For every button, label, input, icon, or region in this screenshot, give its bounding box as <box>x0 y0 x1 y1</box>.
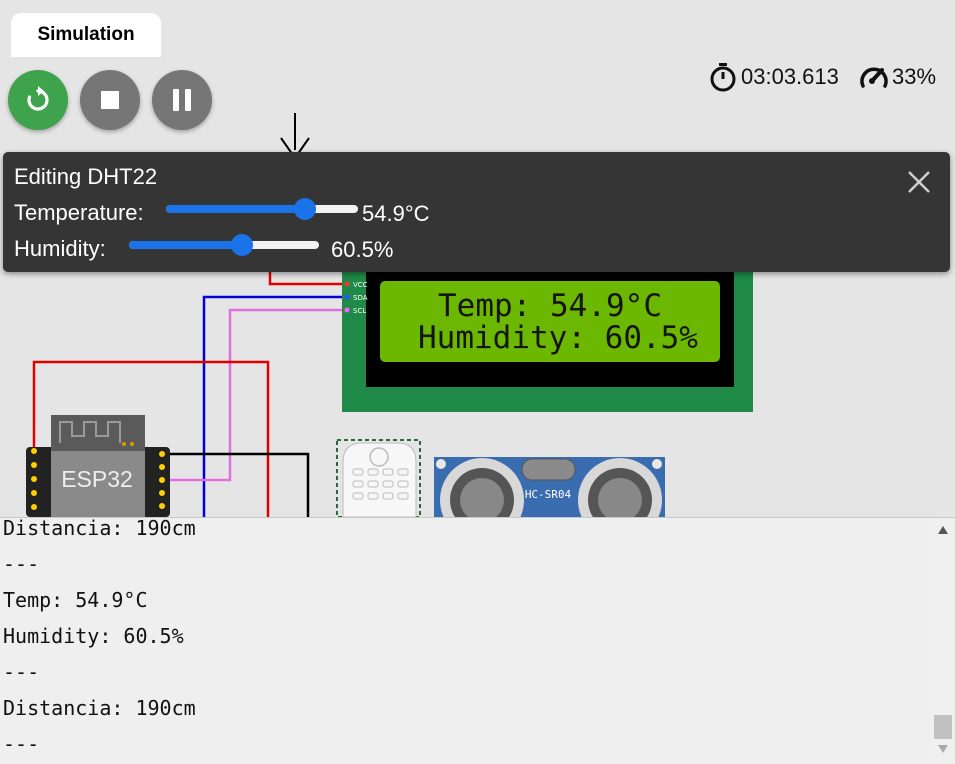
lcd-module[interactable]: Temp: 54.9°C Humidity: 60.5% VCC SDA SCL <box>342 268 753 412</box>
scroll-up-icon[interactable] <box>938 526 948 534</box>
serial-line: --- <box>3 660 40 684</box>
stopwatch-icon <box>710 63 736 92</box>
esp32-label: ESP32 <box>61 466 133 492</box>
serial-line: --- <box>3 732 40 756</box>
humidity-slider[interactable] <box>129 234 319 256</box>
ultrasonic-label: HC-SR04 <box>525 488 572 501</box>
lcd-pin-sda: SDA <box>353 294 368 302</box>
tab-simulation[interactable]: Simulation <box>11 13 161 57</box>
timer-value: 03:03.613 <box>741 64 839 89</box>
scroll-down-icon[interactable] <box>938 745 948 753</box>
dht22-sensor[interactable] <box>336 439 421 517</box>
lcd-line-1: Temp: 54.9°C <box>438 288 662 324</box>
temperature-label: Temperature: <box>14 200 144 225</box>
serial-line: Temp: 54.9°C <box>3 588 148 612</box>
wire-ground[interactable] <box>162 452 310 517</box>
console-scrollbar[interactable] <box>931 518 955 764</box>
simulation-speed: 33% <box>858 62 936 92</box>
serial-line: Distancia: 190cm <box>3 696 196 720</box>
serial-line: Distancia: 190cm <box>3 517 196 540</box>
serial-monitor[interactable]: Distancia: 190cm --- Temp: 54.9°C Humidi… <box>0 517 955 764</box>
serial-line: Humidity: 60.5% <box>3 624 184 648</box>
serial-line: --- <box>3 552 40 576</box>
speed-value: 33% <box>892 64 937 89</box>
speedometer-icon <box>860 67 888 88</box>
humidity-label: Humidity: <box>14 236 106 261</box>
component-editor-panel: Editing DHT22 Temperature: 54.9°C Humidi… <box>3 152 950 272</box>
wire-sda[interactable] <box>202 295 345 517</box>
ultrasonic-sensor[interactable]: HC-SR04 <box>434 457 665 517</box>
tab-simulation-label: Simulation <box>37 24 135 45</box>
temperature-slider[interactable] <box>166 198 358 220</box>
lcd-pin-scl: SCL <box>353 307 366 315</box>
lcd-pin-vcc: VCC <box>353 281 368 289</box>
serial-output: Distancia: 190cm --- Temp: 54.9°C Humidi… <box>0 517 196 764</box>
esp32-board[interactable]: ESP32 <box>26 415 170 517</box>
scrollbar-thumb[interactable] <box>934 715 952 739</box>
close-icon[interactable] <box>906 169 932 195</box>
lcd-line-2: Humidity: 60.5% <box>418 320 698 356</box>
editor-title: Editing DHT22 <box>14 164 158 189</box>
simulation-timer: 03:03.613 <box>708 62 839 92</box>
temperature-value: 54.9°C <box>362 201 430 226</box>
humidity-value: 60.5% <box>331 237 394 262</box>
